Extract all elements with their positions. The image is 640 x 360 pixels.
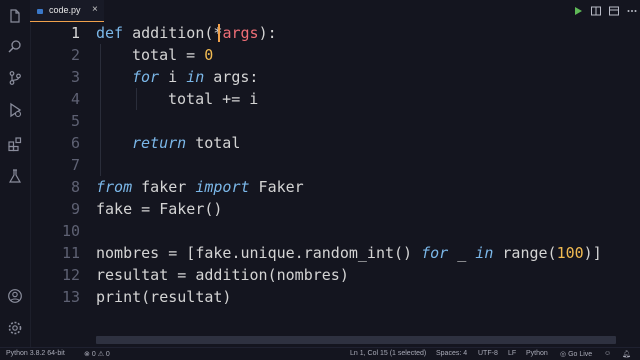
go-live-label: Go Live xyxy=(568,351,593,358)
python-interpreter[interactable]: Python 3.8.2 64-bit xyxy=(6,350,65,357)
code-line-11[interactable]: 11 nombres = [fake.unique.random_int() f… xyxy=(30,242,640,264)
line-number: 10 xyxy=(61,222,80,240)
code-line-5[interactable]: 5 xyxy=(30,110,640,132)
code-line-3[interactable]: 3 for i in args: xyxy=(30,66,640,88)
account-icon[interactable] xyxy=(7,288,23,304)
feedback-icon[interactable]: ☺ xyxy=(604,350,611,357)
code-text: total += i xyxy=(168,90,259,108)
code-line-13[interactable]: 13 print(resultat) xyxy=(30,286,640,308)
code-text: nombres = [fake.unique.random_int() for … xyxy=(96,244,602,262)
code-line-9[interactable]: 9 fake = Faker() xyxy=(30,198,640,220)
problems-indicator[interactable]: ⊗ 0 ⚠ 0 xyxy=(84,350,110,358)
extensions-icon[interactable] xyxy=(7,136,23,152)
activity-bar xyxy=(0,0,31,348)
run-icon[interactable] xyxy=(572,5,584,17)
code-text: total = 0 xyxy=(132,46,214,64)
code-line-12[interactable]: 12 resultat = addition(nombres) xyxy=(30,264,640,286)
line-number: 8 xyxy=(70,178,80,196)
error-count: 0 xyxy=(91,351,96,358)
python-file-icon xyxy=(37,9,43,14)
search-icon[interactable] xyxy=(7,38,23,54)
flask-icon[interactable] xyxy=(7,168,23,184)
code-line-8[interactable]: 8 from faker import Faker xyxy=(30,176,640,198)
code-text: fake = Faker() xyxy=(96,200,223,218)
more-icon[interactable] xyxy=(626,5,638,17)
tab-code-py[interactable]: code.py × xyxy=(30,0,104,22)
line-number: 3 xyxy=(70,68,80,86)
cursor-position[interactable]: Ln 1, Col 15 (1 selected) xyxy=(350,350,426,357)
line-number: 12 xyxy=(61,266,80,284)
code-line-2[interactable]: 2 total = 0 xyxy=(30,44,640,66)
code-line-10[interactable]: 10 xyxy=(30,220,640,242)
tab-label: code.py xyxy=(49,5,81,15)
encoding[interactable]: UTF-8 xyxy=(478,350,498,357)
code-text: from faker import Faker xyxy=(96,178,304,196)
broadcast-icon: ◎ xyxy=(560,351,567,358)
split-editor-icon[interactable] xyxy=(608,5,620,17)
line-number: 4 xyxy=(70,90,80,108)
line-number: 5 xyxy=(70,112,80,130)
line-number: 11 xyxy=(61,244,80,262)
error-icon: ⊗ xyxy=(84,351,90,358)
status-bar: Python 3.8.2 64-bit ⊗ 0 ⚠ 0 Ln 1, Col 15… xyxy=(0,347,640,360)
code-line-1[interactable]: 1 def addition(*args): xyxy=(30,22,640,44)
horizontal-scrollbar[interactable] xyxy=(96,336,616,344)
code-text: def addition(*args): xyxy=(96,24,277,42)
notifications-icon[interactable]: 🔔︎ xyxy=(622,350,631,358)
code-line-4[interactable]: 4 total += i xyxy=(30,88,640,110)
code-text: print(resultat) xyxy=(96,288,232,306)
warning-icon: ⚠ xyxy=(97,351,104,358)
settings-gear-icon[interactable] xyxy=(7,320,23,336)
line-number: 6 xyxy=(70,134,80,152)
line-number: 2 xyxy=(70,46,80,64)
text-cursor xyxy=(218,24,220,42)
files-icon[interactable] xyxy=(7,8,23,24)
line-number: 9 xyxy=(70,200,80,218)
close-icon[interactable]: × xyxy=(92,4,98,15)
run-debug-icon[interactable] xyxy=(7,102,23,118)
language-mode[interactable]: Python xyxy=(526,350,548,357)
source-control-icon[interactable] xyxy=(7,70,23,86)
code-line-6[interactable]: 6 return total xyxy=(30,132,640,154)
code-text: return total xyxy=(132,134,241,152)
indentation[interactable]: Spaces: 4 xyxy=(436,350,467,357)
split-editor-icon[interactable] xyxy=(590,5,602,17)
go-live-button[interactable]: ◎ Go Live xyxy=(560,350,592,358)
code-line-7[interactable]: 7 xyxy=(30,154,640,176)
code-text: for i in args: xyxy=(132,68,259,86)
code-text: resultat = addition(nombres) xyxy=(96,266,349,284)
warning-count: 0 xyxy=(105,351,110,358)
line-number: 1 xyxy=(70,24,80,42)
tab-bar: code.py × xyxy=(30,0,640,22)
line-number: 13 xyxy=(61,288,80,306)
line-number: 7 xyxy=(70,156,80,174)
end-of-line[interactable]: LF xyxy=(508,350,516,357)
code-editor[interactable]: 1 def addition(*args): 2 total = 0 3 for… xyxy=(30,22,640,348)
